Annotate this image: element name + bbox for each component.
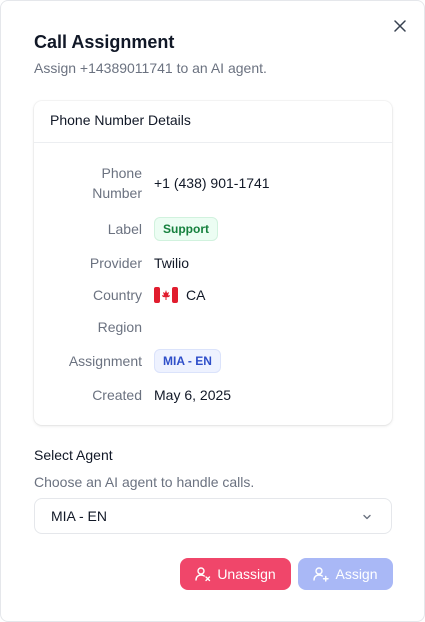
phone-details-card: Phone Number Details Phone Number +1 (43… <box>34 101 392 425</box>
agent-select-value: MIA - EN <box>51 508 108 524</box>
assignment-row: Assignment MIA - EN <box>34 349 392 373</box>
call-assignment-dialog: Call Assignment Assign +14389011741 to a… <box>0 0 425 622</box>
assignment-label: Assignment <box>68 353 142 369</box>
region-label: Region <box>97 319 142 335</box>
close-button[interactable] <box>391 17 409 35</box>
select-agent-description: Choose an AI agent to handle calls. <box>34 474 255 490</box>
provider-label: Provider <box>89 255 142 271</box>
unassign-button[interactable]: Unassign <box>180 558 291 590</box>
agent-select[interactable]: MIA - EN <box>34 498 392 534</box>
assign-button[interactable]: Assign <box>298 558 393 590</box>
region-row: Region <box>34 317 392 337</box>
created-value: May 6, 2025 <box>154 387 232 403</box>
phone-number-value: +1 (438) 901-1741 <box>154 175 270 191</box>
select-agent-title: Select Agent <box>34 447 113 463</box>
created-label: Created <box>92 387 142 403</box>
user-add-icon <box>313 567 330 582</box>
label-row: Label Support <box>34 217 392 241</box>
phone-number-label: Phone Number <box>92 165 142 201</box>
user-remove-icon <box>195 567 211 582</box>
assignment-badge: MIA - EN <box>154 349 221 373</box>
dialog-subtitle: Assign +14389011741 to an AI agent. <box>34 60 267 76</box>
country-row: Country CA <box>34 285 392 305</box>
label-badge: Support <box>154 217 218 241</box>
card-header: Phone Number Details <box>34 101 392 143</box>
dialog-title: Call Assignment <box>34 32 175 52</box>
unassign-label: Unassign <box>217 566 276 582</box>
provider-value: Twilio <box>154 255 190 271</box>
country-label: Country <box>92 287 142 303</box>
assign-label: Assign <box>335 566 378 582</box>
country-value: CA <box>186 287 206 303</box>
canada-flag-icon <box>154 287 178 303</box>
provider-row: Provider Twilio <box>34 253 392 273</box>
close-icon <box>394 20 406 32</box>
phone-number-row: Phone Number +1 (438) 901-1741 <box>34 163 392 203</box>
label-label: Label <box>107 221 142 237</box>
chevron-down-icon <box>363 514 371 520</box>
created-row: Created May 6, 2025 <box>34 385 392 405</box>
